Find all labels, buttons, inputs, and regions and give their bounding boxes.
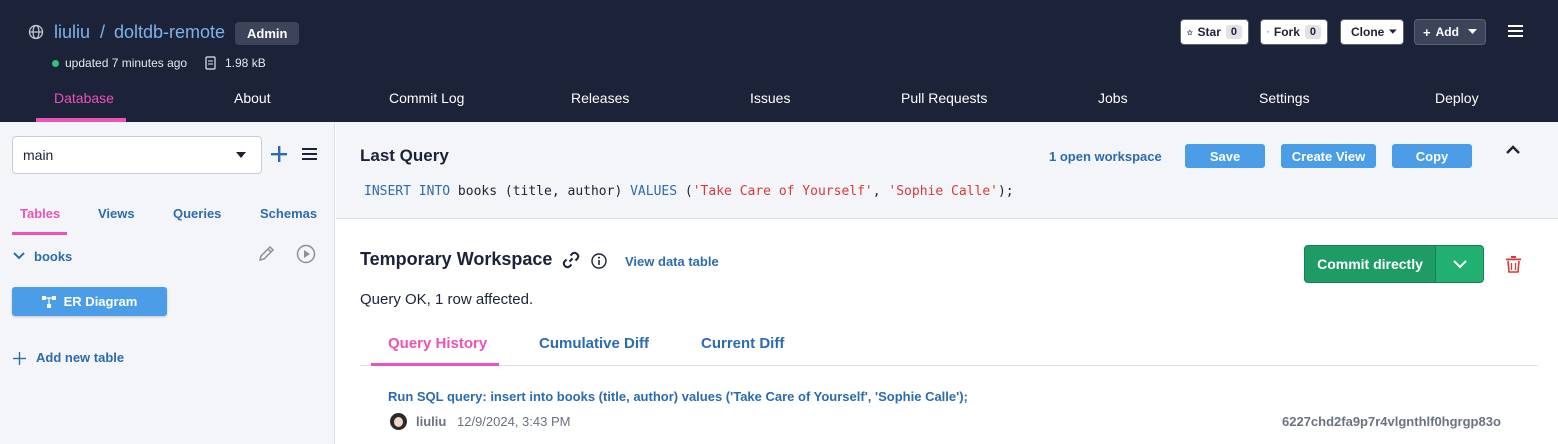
- fork-count: 0: [1304, 25, 1321, 39]
- repo-separator: /: [100, 22, 106, 42]
- sidebar: main Tables Views Queries Schemas books …: [0, 122, 335, 444]
- sql-query-text: INSERT INTO books (title, author) VALUES…: [364, 184, 1014, 199]
- chevron-down-icon: [236, 152, 246, 158]
- last-query-panel: Last Query 1 open workspace Save Create …: [336, 122, 1558, 219]
- tab-cumulative-diff[interactable]: Cumulative Diff: [539, 335, 649, 352]
- fork-icon: [1267, 30, 1269, 34]
- er-diagram-icon: [41, 295, 56, 308]
- star-count: 0: [1225, 25, 1242, 39]
- open-workspace-link[interactable]: 1 open workspace: [1049, 149, 1162, 164]
- sql-keyword: VALUES: [630, 184, 678, 199]
- star-label: Star: [1197, 25, 1221, 39]
- repo-owner-link[interactable]: liuliu: [54, 22, 90, 43]
- tab-releases[interactable]: Releases: [571, 90, 629, 106]
- chevron-down-icon[interactable]: [13, 252, 25, 260]
- sql-text: books (title, author): [450, 184, 631, 199]
- er-diagram-label: ER Diagram: [63, 294, 138, 309]
- repo-header: liuliu / doltdb-remote Admin updated 7 m…: [0, 0, 1558, 122]
- tab-issues[interactable]: Issues: [750, 90, 790, 106]
- database-size-icon: [205, 56, 216, 70]
- commit-directly-button[interactable]: Commit directly: [1304, 245, 1484, 283]
- tab-commit-log[interactable]: Commit Log: [389, 90, 464, 106]
- sql-string: 'Take Care of Yourself': [692, 184, 873, 199]
- hamburger-icon[interactable]: [1508, 25, 1523, 37]
- status-dot: [52, 60, 59, 67]
- history-date: 12/9/2024, 3:43 PM: [457, 414, 571, 429]
- star-button[interactable]: Star 0: [1180, 19, 1249, 45]
- sql-text: ,: [872, 184, 889, 199]
- sidebar-tab-schemas[interactable]: Schemas: [260, 206, 317, 221]
- table-item-books[interactable]: books: [34, 249, 72, 264]
- branch-select[interactable]: main: [12, 136, 262, 174]
- query-result-text: Query OK, 1 row affected.: [360, 291, 534, 308]
- history-user: liuliu: [416, 414, 447, 429]
- fork-button[interactable]: Fork 0: [1260, 19, 1328, 45]
- sidebar-tab-indicator: [12, 232, 67, 235]
- repo-size: 1.98 kB: [225, 56, 266, 70]
- add-new-table-link[interactable]: Add new table: [36, 350, 124, 365]
- updated-text: updated 7 minutes ago: [65, 56, 188, 70]
- last-query-title: Last Query: [360, 146, 449, 165]
- er-diagram-button[interactable]: ER Diagram: [12, 287, 167, 316]
- avatar: [390, 413, 407, 430]
- add-button[interactable]: + Add: [1414, 19, 1486, 45]
- workspace-title: Temporary Workspace: [360, 249, 553, 269]
- chevron-up-icon[interactable]: [1506, 145, 1520, 154]
- commit-directly-label: Commit directly: [1305, 246, 1436, 282]
- pencil-icon[interactable]: [256, 244, 276, 264]
- tab-deploy[interactable]: Deploy: [1435, 90, 1479, 106]
- star-icon: [1187, 28, 1193, 35]
- tab-divider: [360, 365, 1538, 366]
- history-commit-hash: 6227chd2fa9p7r4vlgnthlf0hgrgp83o: [1282, 414, 1501, 429]
- tab-settings[interactable]: Settings: [1259, 90, 1310, 106]
- plus-icon: +: [1423, 24, 1431, 40]
- chevron-down-icon: [1467, 29, 1477, 34]
- workspace-tab-indicator: [371, 363, 499, 366]
- repo-name-link[interactable]: doltdb-remote: [114, 22, 225, 43]
- clone-label: Clone: [1351, 25, 1385, 39]
- plus-icon[interactable]: [270, 145, 288, 163]
- copy-button[interactable]: Copy: [1392, 144, 1472, 168]
- sidebar-tab-views[interactable]: Views: [98, 206, 135, 221]
- sql-keyword: INSERT INTO: [364, 184, 451, 199]
- link-icon[interactable]: [562, 251, 580, 269]
- sql-text: (: [677, 184, 693, 199]
- view-data-table-link[interactable]: View data table: [625, 254, 719, 269]
- info-icon[interactable]: [591, 253, 607, 269]
- plus-icon: [13, 352, 26, 365]
- repo-nav: Database About Commit Log Releases Issue…: [0, 80, 1558, 122]
- create-view-button[interactable]: Create View: [1281, 144, 1376, 168]
- add-label: Add: [1435, 25, 1459, 39]
- globe-icon: [28, 24, 44, 40]
- history-message-link[interactable]: Run SQL query: insert into books (title,…: [388, 389, 968, 404]
- chevron-down-icon: [1452, 259, 1467, 268]
- sql-string: 'Sophie Calle': [888, 184, 998, 199]
- fork-label: Fork: [1273, 25, 1300, 39]
- trash-icon[interactable]: [1506, 256, 1521, 273]
- tab-jobs[interactable]: Jobs: [1098, 90, 1128, 106]
- tab-current-diff[interactable]: Current Diff: [701, 335, 784, 352]
- tab-query-history[interactable]: Query History: [388, 335, 487, 352]
- commit-options-toggle[interactable]: [1436, 246, 1483, 282]
- chevron-down-icon: [1389, 29, 1397, 34]
- workspace-panel: Temporary Workspace View data table Comm…: [336, 220, 1558, 444]
- tab-database[interactable]: Database: [54, 90, 114, 106]
- list-icon[interactable]: [302, 148, 317, 160]
- sidebar-tab-tables[interactable]: Tables: [20, 206, 60, 221]
- clone-button[interactable]: Clone: [1340, 19, 1404, 45]
- role-badge: Admin: [235, 22, 300, 45]
- play-icon[interactable]: [296, 244, 316, 264]
- tab-about[interactable]: About: [234, 90, 271, 106]
- tab-pull-requests[interactable]: Pull Requests: [901, 90, 987, 106]
- sidebar-tab-queries[interactable]: Queries: [173, 206, 221, 221]
- save-button[interactable]: Save: [1185, 144, 1265, 168]
- sql-text: );: [997, 184, 1014, 199]
